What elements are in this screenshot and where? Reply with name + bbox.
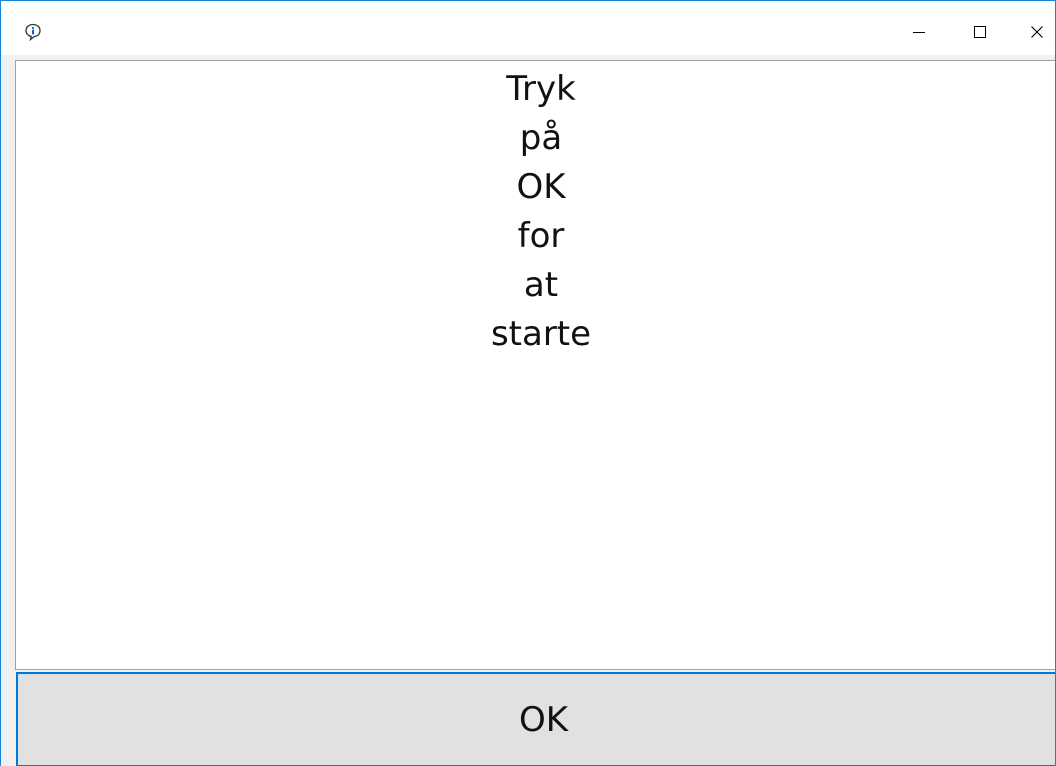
message-line: for	[517, 216, 565, 256]
minimize-icon	[913, 26, 925, 38]
maximize-button[interactable]	[957, 9, 1003, 55]
message-panel: Tryk på OK for at starte	[15, 60, 1055, 670]
minimize-button[interactable]	[896, 9, 942, 55]
title-bar[interactable]	[1, 1, 1055, 55]
info-balloon-icon	[24, 23, 42, 42]
close-icon	[1031, 26, 1043, 38]
close-button[interactable]	[1014, 9, 1055, 55]
message-line: starte	[490, 314, 592, 354]
message-line: Tryk	[506, 69, 576, 109]
dialog-window: Tryk på OK for at starte OK	[0, 0, 1056, 766]
message-line: OK	[516, 167, 566, 207]
maximize-icon	[974, 26, 986, 38]
message-line: på	[519, 118, 563, 158]
message-text: Tryk på OK for at starte	[16, 65, 1055, 359]
ok-button[interactable]: OK	[16, 672, 1055, 766]
message-line: at	[523, 265, 559, 305]
